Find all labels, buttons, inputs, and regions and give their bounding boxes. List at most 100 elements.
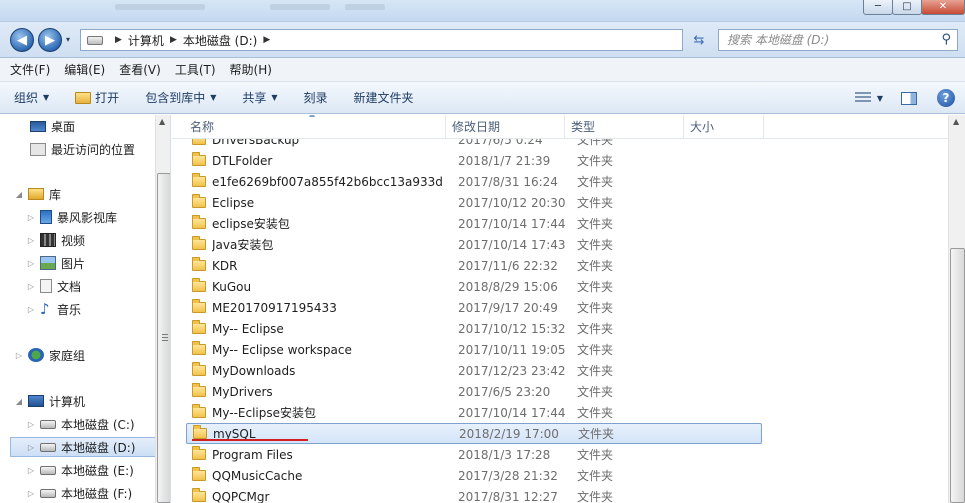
- minimize-button[interactable]: ─: [863, 0, 893, 15]
- folder-icon: [192, 194, 206, 208]
- sidebar-item-desktop[interactable]: 桌面: [26, 116, 75, 136]
- help-icon[interactable]: ?: [937, 89, 955, 107]
- file-name: eclipse安装包: [212, 217, 290, 231]
- search-icon[interactable]: ⚲: [941, 32, 951, 47]
- sidebar-item-libraries[interactable]: ◢ 库: [14, 184, 61, 204]
- collapse-arrow-icon[interactable]: ▷: [26, 489, 36, 498]
- forward-button[interactable]: ▶: [38, 28, 62, 52]
- file-name: DTLFolder: [212, 153, 273, 168]
- folder-icon: [193, 425, 207, 439]
- table-row[interactable]: Program Files 2018/1/3 17:28 文件夹: [186, 444, 762, 465]
- drive-icon: [40, 442, 56, 452]
- column-headers: ▲ 名称 修改日期 类型 大小: [172, 115, 948, 139]
- file-name: ME20170917195433: [212, 300, 337, 315]
- collapse-arrow-icon[interactable]: ▷: [26, 282, 36, 291]
- back-button[interactable]: ◀: [10, 28, 34, 52]
- folder-icon: [192, 383, 206, 397]
- table-row[interactable]: Eclipse 2017/10/12 20:30 文件夹: [186, 192, 762, 213]
- include-in-library-button[interactable]: 包含到库中 ▼: [145, 89, 216, 106]
- menu-file[interactable]: 文件(F): [10, 61, 50, 78]
- change-view-icon[interactable]: [854, 92, 871, 104]
- menu-edit[interactable]: 编辑(E): [64, 61, 105, 78]
- burn-button[interactable]: 刻录: [304, 89, 328, 106]
- sidebar-item-music[interactable]: ▷ ♪ 音乐: [26, 299, 81, 319]
- search-input[interactable]: [719, 30, 929, 50]
- menu-view[interactable]: 查看(V): [119, 61, 161, 78]
- file-type: 文件夹: [577, 469, 614, 483]
- sidebar-scrollbar[interactable]: ▲: [155, 115, 170, 503]
- menu-help[interactable]: 帮助(H): [230, 61, 272, 78]
- chevron-right-icon[interactable]: ▶: [263, 35, 270, 45]
- chevron-right-icon[interactable]: ▶: [170, 35, 177, 45]
- scroll-up-icon[interactable]: ▲: [159, 117, 165, 126]
- address-bar[interactable]: ▶ 计算机 ▶ 本地磁盘 (D:) ▶: [80, 29, 683, 51]
- chevron-right-icon[interactable]: ▶: [115, 35, 122, 45]
- table-row[interactable]: My-- Eclipse workspace 2017/10/11 19:05 文件…: [186, 339, 762, 360]
- expand-arrow-icon[interactable]: ◢: [14, 397, 24, 406]
- collapse-arrow-icon[interactable]: ▷: [26, 305, 36, 314]
- sidebar-item-storm-library[interactable]: ▷ 暴风影视库: [26, 207, 117, 227]
- table-row[interactable]: KDR 2017/11/6 22:32 文件夹: [186, 255, 762, 276]
- collapse-arrow-icon[interactable]: ▷: [26, 259, 36, 268]
- maximize-button[interactable]: □: [892, 0, 922, 15]
- collapse-arrow-icon[interactable]: ▷: [26, 236, 36, 245]
- table-row[interactable]: QQPCMgr 2017/8/31 12:27 文件夹: [186, 486, 762, 503]
- navigation-pane: 桌面 最近访问的位置 ◢ 库 ▷ 暴风影视库 ▷ 视频 ▷ 图片 ▷ 文档 ▷ …: [0, 115, 171, 503]
- preview-pane-icon[interactable]: [901, 91, 917, 105]
- table-row[interactable]: KuGou 2018/8/29 15:06 文件夹: [186, 276, 762, 297]
- file-type: 文件夹: [577, 406, 614, 420]
- table-row[interactable]: e1fe6269bf007a855f42b6bcc13a933d 2017/8/3…: [186, 171, 762, 192]
- sidebar-item-pictures[interactable]: ▷ 图片: [26, 253, 85, 273]
- close-button[interactable]: ✕: [921, 0, 965, 15]
- table-row[interactable]: ME20170917195433 2017/9/17 20:49 文件夹: [186, 297, 762, 318]
- table-row[interactable]: DTLFolder 2018/1/7 21:39 文件夹: [186, 150, 762, 171]
- sidebar-scroll-thumb[interactable]: [157, 173, 170, 503]
- chevron-down-icon[interactable]: ▼: [877, 94, 883, 103]
- sidebar-item-drive-c[interactable]: ▷ 本地磁盘 (C:): [26, 414, 135, 434]
- column-header-type[interactable]: 类型: [565, 115, 684, 139]
- sidebar-item-homegroup[interactable]: ▷ 家庭组: [14, 345, 85, 365]
- burn-label: 刻录: [303, 91, 328, 105]
- table-row[interactable]: Java安装包 2017/10/14 17:43 文件夹: [186, 234, 762, 255]
- table-row[interactable]: eclipse安装包 2017/10/14 17:44 文件夹: [186, 213, 762, 234]
- collapse-arrow-icon[interactable]: ▷: [26, 213, 36, 222]
- sidebar-item-recent-places[interactable]: 最近访问的位置: [26, 139, 135, 159]
- column-header-name[interactable]: 名称: [184, 115, 446, 139]
- column-header-size[interactable]: 大小: [684, 115, 764, 139]
- table-row[interactable]: My-- Eclipse 2017/10/12 15:32 文件夹: [186, 318, 762, 339]
- search-box[interactable]: ⚲: [718, 29, 958, 51]
- recent-pages-dropdown-icon[interactable]: ▾: [66, 35, 70, 44]
- sidebar-item-drive-d[interactable]: ▷ 本地磁盘 (D:): [10, 437, 156, 457]
- sidebar-item-computer[interactable]: ◢ 计算机: [14, 391, 85, 411]
- breadcrumb-computer[interactable]: 计算机: [128, 32, 164, 49]
- collapse-arrow-icon[interactable]: ▷: [26, 443, 36, 452]
- address-row: ◀ ▶ ▾ ▶ 计算机 ▶ 本地磁盘 (D:) ▶ ⇆ ⚲: [0, 22, 965, 58]
- open-folder-icon: [75, 91, 92, 104]
- new-folder-button[interactable]: 新建文件夹: [354, 89, 414, 106]
- open-button[interactable]: 打开: [75, 89, 119, 106]
- collapse-arrow-icon[interactable]: ▷: [26, 466, 36, 475]
- scroll-up-icon[interactable]: ▲: [953, 117, 959, 126]
- sidebar-item-drive-f[interactable]: ▷ 本地磁盘 (F:): [26, 483, 132, 503]
- table-row[interactable]: My--Eclipse安装包 2017/10/14 17:44 文件夹: [186, 402, 762, 423]
- table-row[interactable]: QQMusicCache 2017/3/28 21:32 文件夹: [186, 465, 762, 486]
- expand-arrow-icon[interactable]: ◢: [14, 190, 24, 199]
- sidebar-item-videos[interactable]: ▷ 视频: [26, 230, 85, 250]
- file-list-scroll-thumb[interactable]: [950, 248, 965, 503]
- music-icon: ♪: [40, 300, 50, 318]
- table-row[interactable]: MyDrivers 2017/6/5 23:20 文件夹: [186, 381, 762, 402]
- column-header-date[interactable]: 修改日期: [446, 115, 565, 139]
- menu-tools[interactable]: 工具(T): [175, 61, 216, 78]
- file-date: 2017/10/14 17:43: [458, 237, 566, 252]
- collapse-arrow-icon[interactable]: ▷: [14, 351, 24, 360]
- table-row[interactable]: MyDownloads 2017/12/23 23:42 文件夹: [186, 360, 762, 381]
- sidebar-item-label: 音乐: [57, 302, 82, 317]
- breadcrumb-drive-d[interactable]: 本地磁盘 (D:): [183, 32, 257, 49]
- sidebar-item-drive-e[interactable]: ▷ 本地磁盘 (E:): [26, 460, 134, 480]
- collapse-arrow-icon[interactable]: ▷: [26, 420, 36, 429]
- file-list-scrollbar[interactable]: ▲: [948, 115, 965, 503]
- sidebar-item-documents[interactable]: ▷ 文档: [26, 276, 81, 296]
- refresh-icon[interactable]: ⇆: [688, 31, 710, 49]
- share-button[interactable]: 共享 ▼: [242, 89, 277, 106]
- organize-button[interactable]: 组织 ▼: [14, 89, 49, 106]
